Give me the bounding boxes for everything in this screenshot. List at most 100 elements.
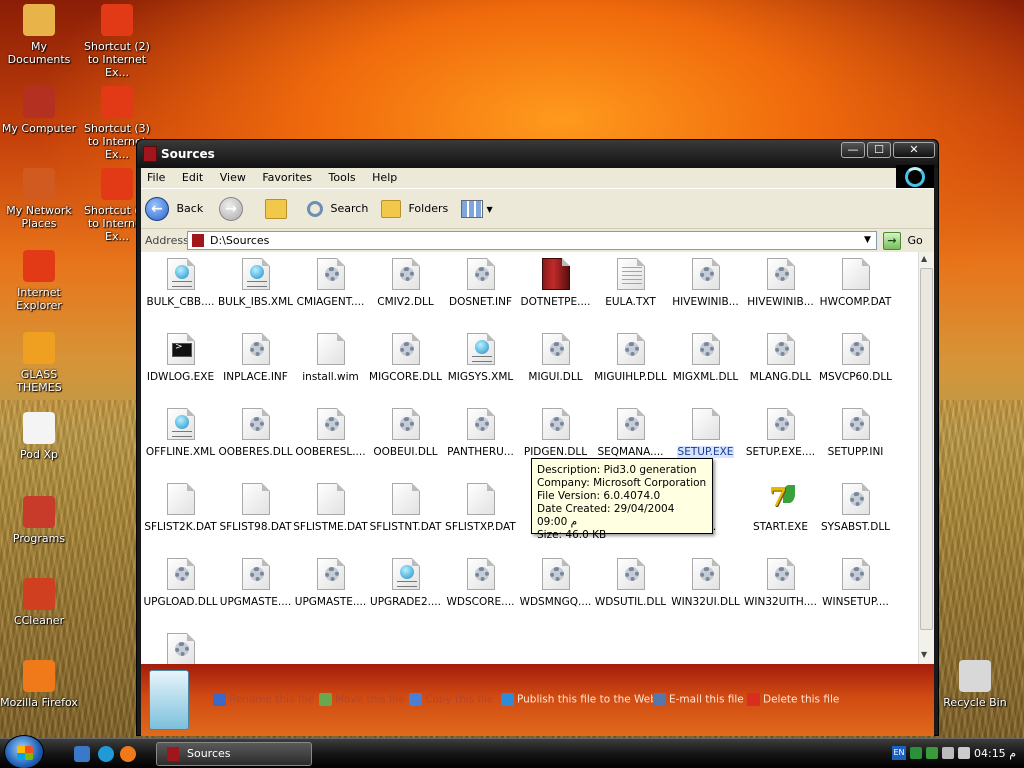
file-name: OOBERESL.... bbox=[289, 446, 372, 458]
show-desktop-icon[interactable] bbox=[74, 746, 90, 762]
desktop-icon[interactable]: Pod Xp bbox=[0, 412, 78, 461]
file-item[interactable]: MSVCP60.DLL bbox=[818, 329, 893, 399]
shield-icon[interactable] bbox=[910, 747, 922, 759]
language-indicator[interactable]: EN bbox=[892, 746, 906, 760]
taskbar-sources-button[interactable]: Sources bbox=[156, 742, 312, 766]
file-item[interactable]: MLANG.DLL bbox=[743, 329, 818, 399]
task-link[interactable]: E-mail this file bbox=[653, 693, 744, 706]
desktop-icon[interactable]: Programs bbox=[0, 496, 78, 545]
task-link[interactable]: Delete this file bbox=[747, 693, 839, 706]
file-item[interactable]: SFLISTME.DAT bbox=[293, 479, 368, 549]
file-item[interactable]: SETUP.EXE.... bbox=[743, 404, 818, 474]
address-input[interactable]: D:\Sources ▼ bbox=[187, 231, 877, 250]
file-item[interactable]: OOBEUI.DLL bbox=[368, 404, 443, 474]
file-item[interactable]: DOSNET.INF bbox=[443, 254, 518, 324]
desktop-icon[interactable]: GLASS THEMES bbox=[0, 332, 78, 394]
up-folder-button[interactable] bbox=[265, 197, 287, 221]
file-item[interactable]: install.wim bbox=[293, 329, 368, 399]
scroll-down-icon[interactable]: ▼ bbox=[921, 650, 927, 659]
network-icon[interactable] bbox=[942, 747, 954, 759]
file-item[interactable]: WINSETUP.... bbox=[818, 554, 893, 624]
views-button[interactable]: ▼ bbox=[461, 197, 493, 221]
desktop-icon[interactable]: Internet Explorer bbox=[0, 250, 78, 312]
file-item[interactable]: HIVEWINIB... bbox=[668, 254, 743, 324]
menu-favorites[interactable]: Favorites bbox=[256, 168, 319, 184]
search-button[interactable]: Search bbox=[307, 197, 368, 221]
desktop-icon[interactable]: My Computer bbox=[0, 86, 78, 135]
file-item[interactable]: UPGLOAD.DLL bbox=[143, 554, 218, 624]
title-bar[interactable]: Sources — ☐ ✕ bbox=[137, 140, 938, 168]
check-icon[interactable] bbox=[926, 747, 938, 759]
file-item[interactable]: SFLIST2K.DAT bbox=[143, 479, 218, 549]
task-link[interactable]: Copy this file bbox=[409, 693, 493, 706]
desktop-icon[interactable]: Shortcut (2) to Internet Ex... bbox=[78, 4, 156, 79]
file-item[interactable]: MIGUI.DLL bbox=[518, 329, 593, 399]
close-button[interactable]: ✕ bbox=[893, 142, 935, 158]
task-link[interactable]: Publish this file to the Web bbox=[501, 693, 657, 706]
file-item[interactable]: SFLIST98.DAT bbox=[218, 479, 293, 549]
desktop-icon[interactable]: My Network Places bbox=[0, 168, 78, 230]
file-item[interactable]: SFLISTNT.DAT bbox=[368, 479, 443, 549]
minimize-button[interactable]: — bbox=[841, 142, 865, 158]
ie-quicklaunch-icon[interactable] bbox=[98, 746, 114, 762]
file-list[interactable]: BULK_CBB.... BULK_IBS.XML CMIAGENT.... CMIV… bbox=[141, 252, 918, 664]
desktop-icon-label: CCleaner bbox=[13, 614, 65, 627]
file-item[interactable]: BULK_IBS.XML bbox=[218, 254, 293, 324]
back-button[interactable]: ← Back bbox=[145, 197, 203, 221]
file-item[interactable]: SETUPP.INI bbox=[818, 404, 893, 474]
file-item[interactable] bbox=[143, 629, 218, 664]
speaker-icon[interactable] bbox=[958, 747, 970, 759]
explorer-window[interactable]: Sources — ☐ ✕ File Edit View Favorites T… bbox=[136, 139, 939, 736]
file-item[interactable]: MIGUIHLP.DLL bbox=[593, 329, 668, 399]
firefox-quicklaunch-icon[interactable] bbox=[120, 746, 136, 762]
file-item[interactable]: INPLACE.INF bbox=[218, 329, 293, 399]
file-item[interactable]: UPGMASTE.... bbox=[218, 554, 293, 624]
chevron-down-icon[interactable]: ▼ bbox=[860, 233, 875, 248]
forward-button[interactable]: → bbox=[219, 197, 243, 221]
desktop-icon[interactable]: CCleaner bbox=[0, 578, 78, 627]
file-item[interactable]: CMIAGENT.... bbox=[293, 254, 368, 324]
vertical-scrollbar[interactable]: ▲ ▼ bbox=[918, 252, 934, 664]
file-item[interactable]: HIVEWINIB... bbox=[743, 254, 818, 324]
file-item[interactable]: BULK_CBB.... bbox=[143, 254, 218, 324]
menu-help[interactable]: Help bbox=[366, 168, 404, 184]
menu-edit[interactable]: Edit bbox=[176, 168, 210, 184]
file-item[interactable]: SFLISTXP.DAT bbox=[443, 479, 518, 549]
file-item[interactable]: WIN32UITH.... bbox=[743, 554, 818, 624]
file-item[interactable]: DOTNETPE.... bbox=[518, 254, 593, 324]
desktop-icon[interactable]: My Documents bbox=[0, 4, 78, 66]
file-item[interactable]: OOBERESL.... bbox=[293, 404, 368, 474]
file-item[interactable]: CMIV2.DLL bbox=[368, 254, 443, 324]
menu-tools[interactable]: Tools bbox=[323, 168, 363, 184]
file-item[interactable]: MIGCORE.DLL bbox=[368, 329, 443, 399]
file-item[interactable]: SYSABST.DLL bbox=[818, 479, 893, 549]
task-link[interactable]: Rename this file bbox=[213, 693, 314, 706]
file-item[interactable]: IDWLOG.EXE bbox=[143, 329, 218, 399]
file-item[interactable]: HWCOMP.DAT bbox=[818, 254, 893, 324]
file-item[interactable]: MIGSYS.XML bbox=[443, 329, 518, 399]
file-item[interactable]: WDSMNGQ.... bbox=[518, 554, 593, 624]
menu-file[interactable]: File bbox=[141, 168, 172, 184]
file-item[interactable]: OOBERES.DLL bbox=[218, 404, 293, 474]
menu-view[interactable]: View bbox=[214, 168, 253, 184]
file-item[interactable]: OFFLINE.XML bbox=[143, 404, 218, 474]
maximize-button[interactable]: ☐ bbox=[867, 142, 891, 158]
desktop-icon[interactable]: Recycle Bin bbox=[936, 660, 1014, 709]
file-item[interactable]: WDSCORE.... bbox=[443, 554, 518, 624]
desktop-icon[interactable]: Mozilla Firefox bbox=[0, 660, 78, 709]
scroll-thumb[interactable] bbox=[920, 268, 933, 630]
file-item[interactable]: WDSUTIL.DLL bbox=[593, 554, 668, 624]
go-button[interactable]: → Go bbox=[883, 231, 923, 251]
scroll-up-icon[interactable]: ▲ bbox=[921, 254, 927, 263]
file-item[interactable]: EULA.TXT bbox=[593, 254, 668, 324]
task-link[interactable]: Move this file bbox=[319, 693, 405, 706]
file-item[interactable]: WIN32UI.DLL bbox=[668, 554, 743, 624]
file-item[interactable]: UPGRADE2.... bbox=[368, 554, 443, 624]
file-item[interactable]: UPGMASTE.... bbox=[293, 554, 368, 624]
folders-button[interactable]: Folders bbox=[381, 197, 448, 221]
file-name: START.EXE bbox=[739, 521, 822, 533]
file-item[interactable]: PANTHERU... bbox=[443, 404, 518, 474]
file-item[interactable]: MIGXML.DLL bbox=[668, 329, 743, 399]
start-button[interactable] bbox=[4, 735, 44, 768]
file-item[interactable]: 7 START.EXE bbox=[743, 479, 818, 549]
